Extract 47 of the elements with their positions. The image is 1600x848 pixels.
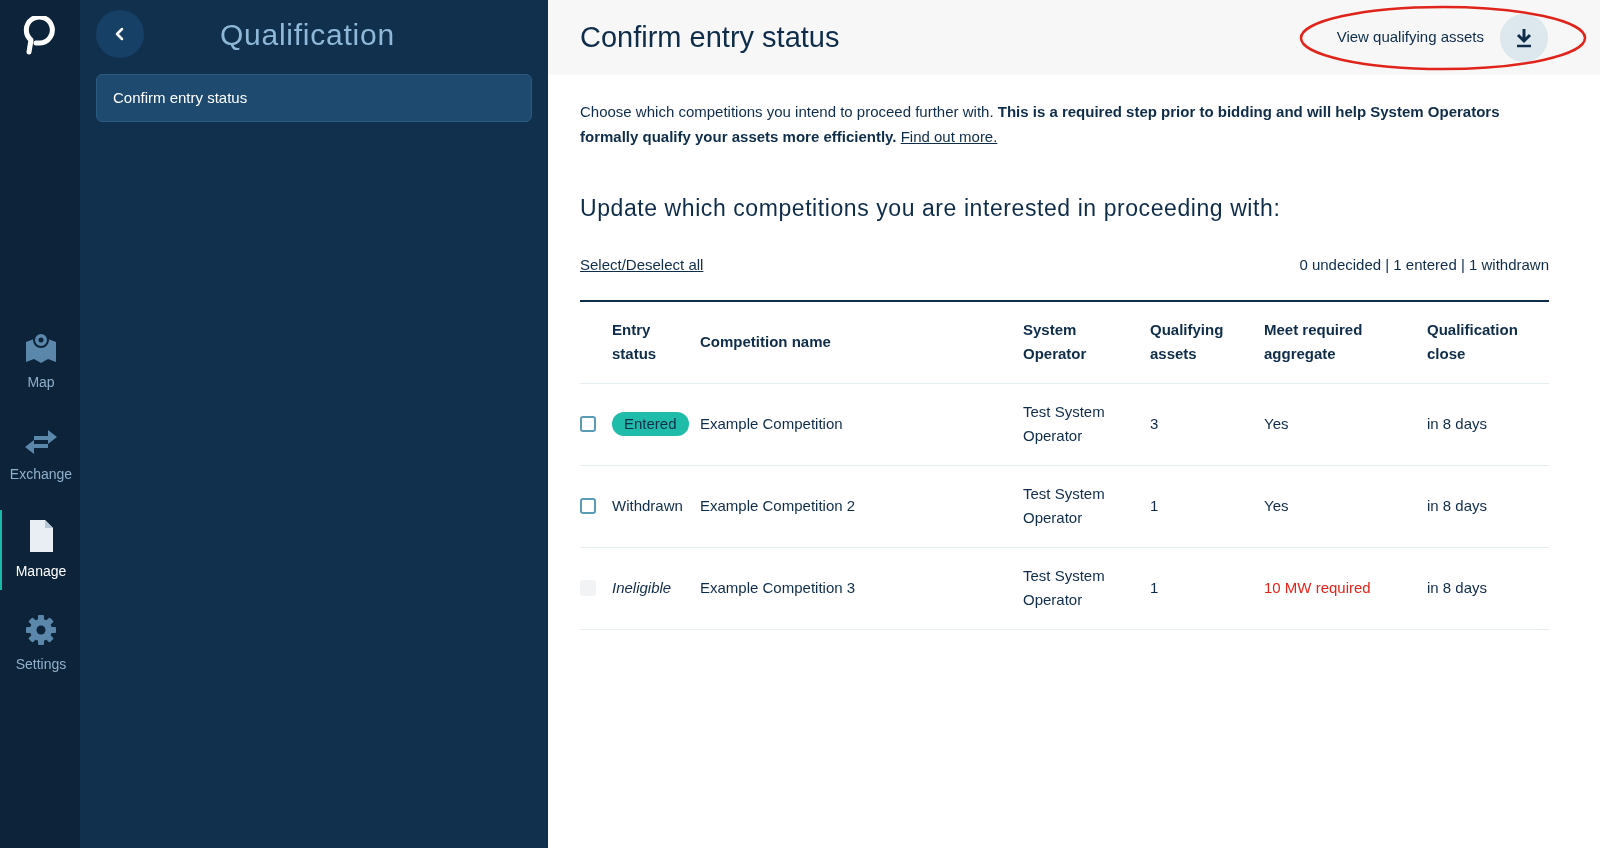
status-summary: 0 undecided | 1 entered | 1 withdrawn xyxy=(1299,254,1549,275)
assets-count: 3 xyxy=(1150,414,1159,432)
row-checkbox[interactable] xyxy=(580,498,596,514)
section-heading: Update which competitions you are interested in proceeding with: xyxy=(580,194,1282,223)
column-header: System Operator xyxy=(1023,320,1088,365)
assets-count: 1 xyxy=(1150,578,1159,596)
close-date: in 8 days xyxy=(1427,496,1488,514)
intro-paragraph: Choose which competitions you intend to proceed further with. This is a required step prior to bidding and will help System Operators formally qualify your assets more efficiently. Find out more. xyxy=(580,102,1501,147)
chevron-left-icon xyxy=(114,27,126,41)
close-date: in 8 days xyxy=(1427,578,1488,596)
operator-cell-text: Test System Operator xyxy=(1023,484,1106,528)
nav-item[interactable]: Exchange xyxy=(0,416,80,496)
close-date: in 8 days xyxy=(1427,414,1488,432)
entry-status: Ineligible xyxy=(612,578,672,596)
competition-name: Example Competition 3 xyxy=(700,578,856,596)
find-out-more-link[interactable]: Find out more. xyxy=(900,128,998,145)
status-badge: Entered xyxy=(612,411,689,437)
column-header: Meet required aggregate xyxy=(1264,320,1364,365)
map-icon xyxy=(24,331,58,364)
entry-status: Withdrawn xyxy=(612,496,683,514)
sidebar-item[interactable]: Confirm entry status xyxy=(96,74,532,122)
download-button[interactable] xyxy=(1500,13,1548,62)
sidebar-title: Qualification xyxy=(220,16,395,53)
aggregate-cell: Yes xyxy=(1264,496,1289,514)
logo-icon xyxy=(23,16,57,56)
view-assets-label: View qualifying assets xyxy=(1336,27,1484,48)
column-header: Competition name xyxy=(700,333,831,351)
aggregate-cell: 10 MW required xyxy=(1264,578,1371,596)
nav-item[interactable]: Settings xyxy=(0,604,80,684)
column-header: Entry status xyxy=(612,320,658,365)
exchange-icon xyxy=(24,427,58,456)
competition-name: Example Competition xyxy=(700,414,843,432)
aggregate-cell: Yes xyxy=(1264,414,1289,432)
assets-count: 1 xyxy=(1150,496,1159,514)
nav-item[interactable]: Map xyxy=(0,322,80,402)
select-all-link[interactable]: Select/Deselect all xyxy=(580,253,704,276)
document-icon xyxy=(28,518,54,553)
back-button[interactable] xyxy=(96,10,144,58)
column-header: Qualifying assets xyxy=(1150,320,1225,365)
page-title: Confirm entry status xyxy=(580,19,840,55)
settings-icon xyxy=(25,613,57,646)
download-icon xyxy=(1515,27,1533,48)
column-header: Qualification close xyxy=(1427,320,1519,365)
operator-cell-text: Test System Operator xyxy=(1023,566,1106,610)
row-checkbox[interactable] xyxy=(580,416,596,432)
operator-cell-text: Test System Operator xyxy=(1023,402,1106,446)
competition-name: Example Competition 2 xyxy=(700,496,856,514)
